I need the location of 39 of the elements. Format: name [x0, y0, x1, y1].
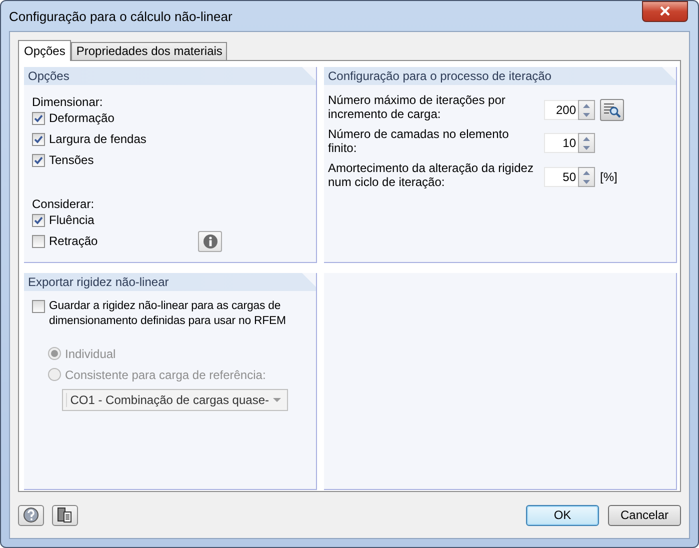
checkbox[interactable] — [32, 214, 45, 227]
window-title: Configuração para o cálculo não-linear — [9, 8, 232, 24]
checkbox-label: Retração — [49, 234, 98, 249]
magnifier-icon — [603, 102, 621, 118]
document-icon — [57, 507, 73, 523]
info-button[interactable] — [198, 231, 222, 252]
checkbox[interactable] — [32, 235, 45, 248]
group-label: Considerar: — [32, 197, 96, 211]
checkbox-label: Guardar a rigidez não-linear para as cargas de dimensionamento definidas para usar no RFEM — [49, 299, 287, 329]
panel-title: Opções — [24, 67, 316, 85]
checkbox[interactable] — [32, 300, 45, 313]
info-icon — [202, 234, 218, 249]
checkbox-label: Deformação — [49, 111, 114, 126]
checkbox-label: Tensões — [49, 153, 94, 168]
help-icon — [23, 507, 39, 523]
caret-icon — [273, 398, 281, 402]
dialog-button[interactable]: Cancelar — [608, 504, 681, 526]
field-label: Amortecimento da alteração da rigidez num ciclo de iteração: — [328, 161, 534, 189]
tab[interactable]: Propriedades dos materiais — [71, 42, 228, 60]
radio-label: Individual — [65, 346, 116, 360]
checkbox[interactable] — [32, 154, 45, 167]
checkbox-label: Largura de fendas — [49, 132, 146, 147]
checkbox-label: Fluência — [49, 213, 94, 228]
help-button[interactable] — [18, 504, 44, 526]
export-button[interactable] — [52, 504, 78, 526]
panel-title: Exportar rigidez não-linear — [24, 273, 316, 291]
field-label: Número de camadas no elemento finito: — [328, 127, 510, 155]
panel-title: Configuração para o processo de iteração — [324, 67, 676, 85]
close-button[interactable] — [642, 0, 688, 22]
field-label: Número máximo de iterações por incremento de carga: — [328, 93, 506, 121]
radio-label: Consistente para carga de referência: — [65, 368, 266, 382]
dialog-button[interactable]: OK — [526, 504, 599, 526]
checkbox[interactable] — [32, 133, 45, 146]
browse-button[interactable] — [600, 99, 624, 121]
checkbox[interactable] — [32, 112, 45, 125]
unit-label: [%] — [600, 170, 618, 184]
group-label: Dimensionar: — [32, 95, 104, 109]
tab[interactable]: Opções — [18, 40, 72, 61]
close-icon — [659, 6, 671, 16]
